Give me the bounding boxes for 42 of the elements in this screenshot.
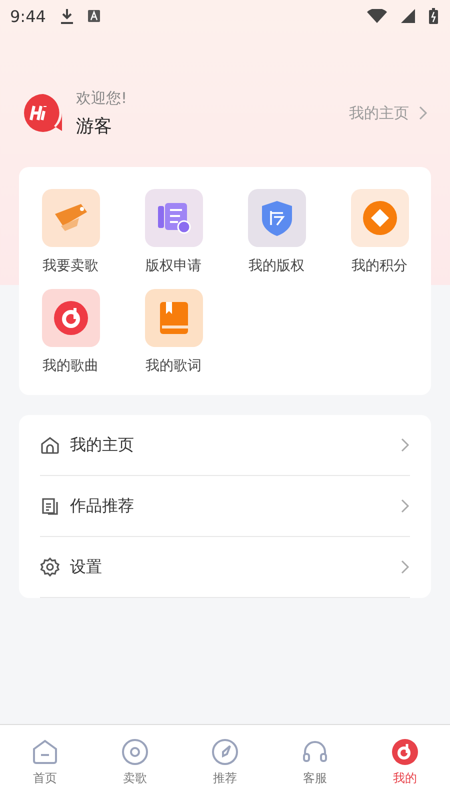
avatar-badge [22,92,64,134]
home-icon [40,435,60,455]
document-icon [40,496,60,516]
compass-icon [211,738,239,766]
diamond-coin-icon [362,200,398,236]
menu-row[interactable]: 我的主页 [40,415,410,476]
disc-icon [121,738,149,766]
chevron-icon [401,560,410,574]
nav-tab[interactable]: 客服 [270,725,360,800]
menu-label: 设置 [70,556,103,578]
book-icon [158,300,190,336]
menu-label: 作品推荐 [70,496,135,516]
music-disc-icon [391,738,419,766]
chevron-icon [401,438,410,452]
shortcut-item[interactable]: 版权申请 [122,189,225,275]
nav-tab[interactable]: 推荐 [180,725,270,800]
battery-icon [429,8,438,24]
shield-icon [260,199,294,237]
shortcut-item[interactable]: 我的积分 [328,189,431,275]
menu-row[interactable]: 作品推荐 [40,476,410,537]
chevron-icon [419,106,428,120]
menu-label: 我的主页 [70,434,135,456]
shortcut-item[interactable]: 我的歌曲 [19,289,122,375]
greeting-text: 欢迎您! [76,88,128,108]
keyboard-app-icon [88,10,100,22]
wifi-icon [367,9,387,23]
nav-tab[interactable]: 我的 [360,725,450,800]
download-icon [60,8,74,24]
chevron-icon [401,499,410,513]
music-disc-icon [52,300,88,336]
menu-row[interactable]: 设置 [40,537,410,598]
settings-icon [40,557,60,577]
shortcut-item[interactable]: 我的歌词 [122,289,225,375]
status-time: 9:44 [10,6,46,26]
nav-tab[interactable]: 卖歌 [90,725,180,800]
home-icon [31,738,59,766]
signal-icon [401,9,415,23]
shortcut-item[interactable]: 我的版权 [225,189,328,275]
user-name: 游客 [76,114,113,138]
document-icon [156,200,192,236]
shortcut-item[interactable]: 我要卖歌 [19,189,122,275]
nav-tab[interactable]: 首页 [0,725,90,800]
